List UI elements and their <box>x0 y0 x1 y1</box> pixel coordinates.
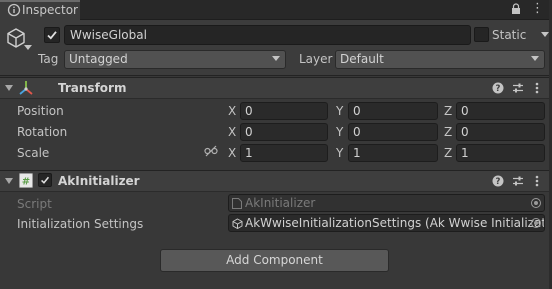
tag-label: Tag <box>38 52 59 66</box>
lock-icon[interactable] <box>511 3 521 15</box>
script-value: AkInitializer <box>245 196 316 210</box>
scale-z-axis-label[interactable]: Z <box>444 145 452 161</box>
help-icon[interactable]: ? <box>492 175 504 187</box>
initialization-settings-field[interactable]: AkWwiseInitializationSettings (Ak Wwise … <box>228 214 545 232</box>
position-z-axis-label[interactable]: Z <box>444 103 452 119</box>
info-icon <box>7 3 21 17</box>
layer-label: Layer <box>299 52 333 66</box>
object-picker-icon[interactable] <box>531 218 541 228</box>
tab-inspector[interactable]: Inspector <box>0 0 80 20</box>
position-y-field[interactable]: 0 <box>348 102 438 120</box>
initialization-settings-value: AkWwiseInitializationSettings (Ak Wwise … <box>245 216 545 230</box>
transform-axes-icon <box>19 81 33 95</box>
transform-title: Transform <box>58 81 127 95</box>
preset-icon[interactable] <box>512 175 524 187</box>
context-menu-icon[interactable] <box>531 82 543 94</box>
foldout-expanded-icon[interactable] <box>5 84 13 92</box>
svg-text:?: ? <box>496 177 501 187</box>
akinitializer-title: AkInitializer <box>58 174 140 188</box>
chevron-down-icon <box>272 56 280 61</box>
rotation-y-field[interactable]: 0 <box>348 123 438 141</box>
layer-value: Default <box>340 52 384 66</box>
tag-value: Untagged <box>69 52 128 66</box>
tag-dropdown[interactable]: Untagged <box>64 50 286 69</box>
scale-y-axis-label[interactable]: Y <box>336 145 343 161</box>
help-icon[interactable]: ? <box>492 82 504 94</box>
link-broken-icon[interactable] <box>204 145 218 157</box>
position-x-field[interactable]: 0 <box>240 102 328 120</box>
static-label: Static <box>492 28 527 42</box>
akinitializer-enabled-checkbox[interactable] <box>38 173 52 187</box>
gameobject-name-field[interactable]: WwiseGlobal <box>64 25 471 45</box>
chevron-down-icon[interactable] <box>24 45 32 51</box>
checkmark-icon <box>47 31 57 40</box>
rotation-z-axis-label[interactable]: Z <box>444 124 452 140</box>
scale-y-field[interactable]: 1 <box>348 144 438 162</box>
script-field: AkInitializer <box>228 194 545 212</box>
rotation-x-axis-label[interactable]: X <box>228 124 236 140</box>
context-menu-icon[interactable] <box>531 175 543 187</box>
svg-text:?: ? <box>496 84 501 94</box>
tab-title: Inspector <box>22 3 78 17</box>
object-picker-icon <box>531 198 541 208</box>
static-checkbox[interactable] <box>474 27 489 42</box>
more-options-icon[interactable]: ⋮ <box>531 2 544 15</box>
rotation-label: Rotation <box>17 125 68 139</box>
preset-icon[interactable] <box>512 82 524 94</box>
scale-label: Scale <box>17 146 50 160</box>
script-file-icon <box>232 198 242 209</box>
csharp-script-icon: # <box>19 173 33 188</box>
scale-x-field[interactable]: 1 <box>240 144 328 162</box>
scriptable-object-icon <box>232 218 243 229</box>
position-x-axis-label[interactable]: X <box>228 103 236 119</box>
add-component-button[interactable]: Add Component <box>160 249 389 272</box>
rotation-y-axis-label[interactable]: Y <box>336 124 343 140</box>
chevron-down-icon <box>531 56 539 61</box>
active-checkbox[interactable] <box>44 27 60 43</box>
position-z-field[interactable]: 0 <box>456 102 545 120</box>
position-y-axis-label[interactable]: Y <box>336 103 343 119</box>
tab-bar: Inspector ⋮ <box>0 0 552 20</box>
foldout-expanded-icon[interactable] <box>5 177 13 185</box>
rotation-z-field[interactable]: 0 <box>456 123 545 141</box>
position-label: Position <box>17 104 64 118</box>
static-dropdown-chevron-icon[interactable] <box>541 32 549 38</box>
checkmark-icon <box>41 176 50 184</box>
scale-z-field[interactable]: 1 <box>456 144 545 162</box>
layer-dropdown[interactable]: Default <box>335 50 545 69</box>
rotation-x-field[interactable]: 0 <box>240 123 328 141</box>
scale-x-axis-label[interactable]: X <box>228 145 236 161</box>
svg-text:#: # <box>22 177 30 188</box>
script-label: Script <box>17 197 52 211</box>
initialization-settings-label: Initialization Settings <box>17 217 144 231</box>
